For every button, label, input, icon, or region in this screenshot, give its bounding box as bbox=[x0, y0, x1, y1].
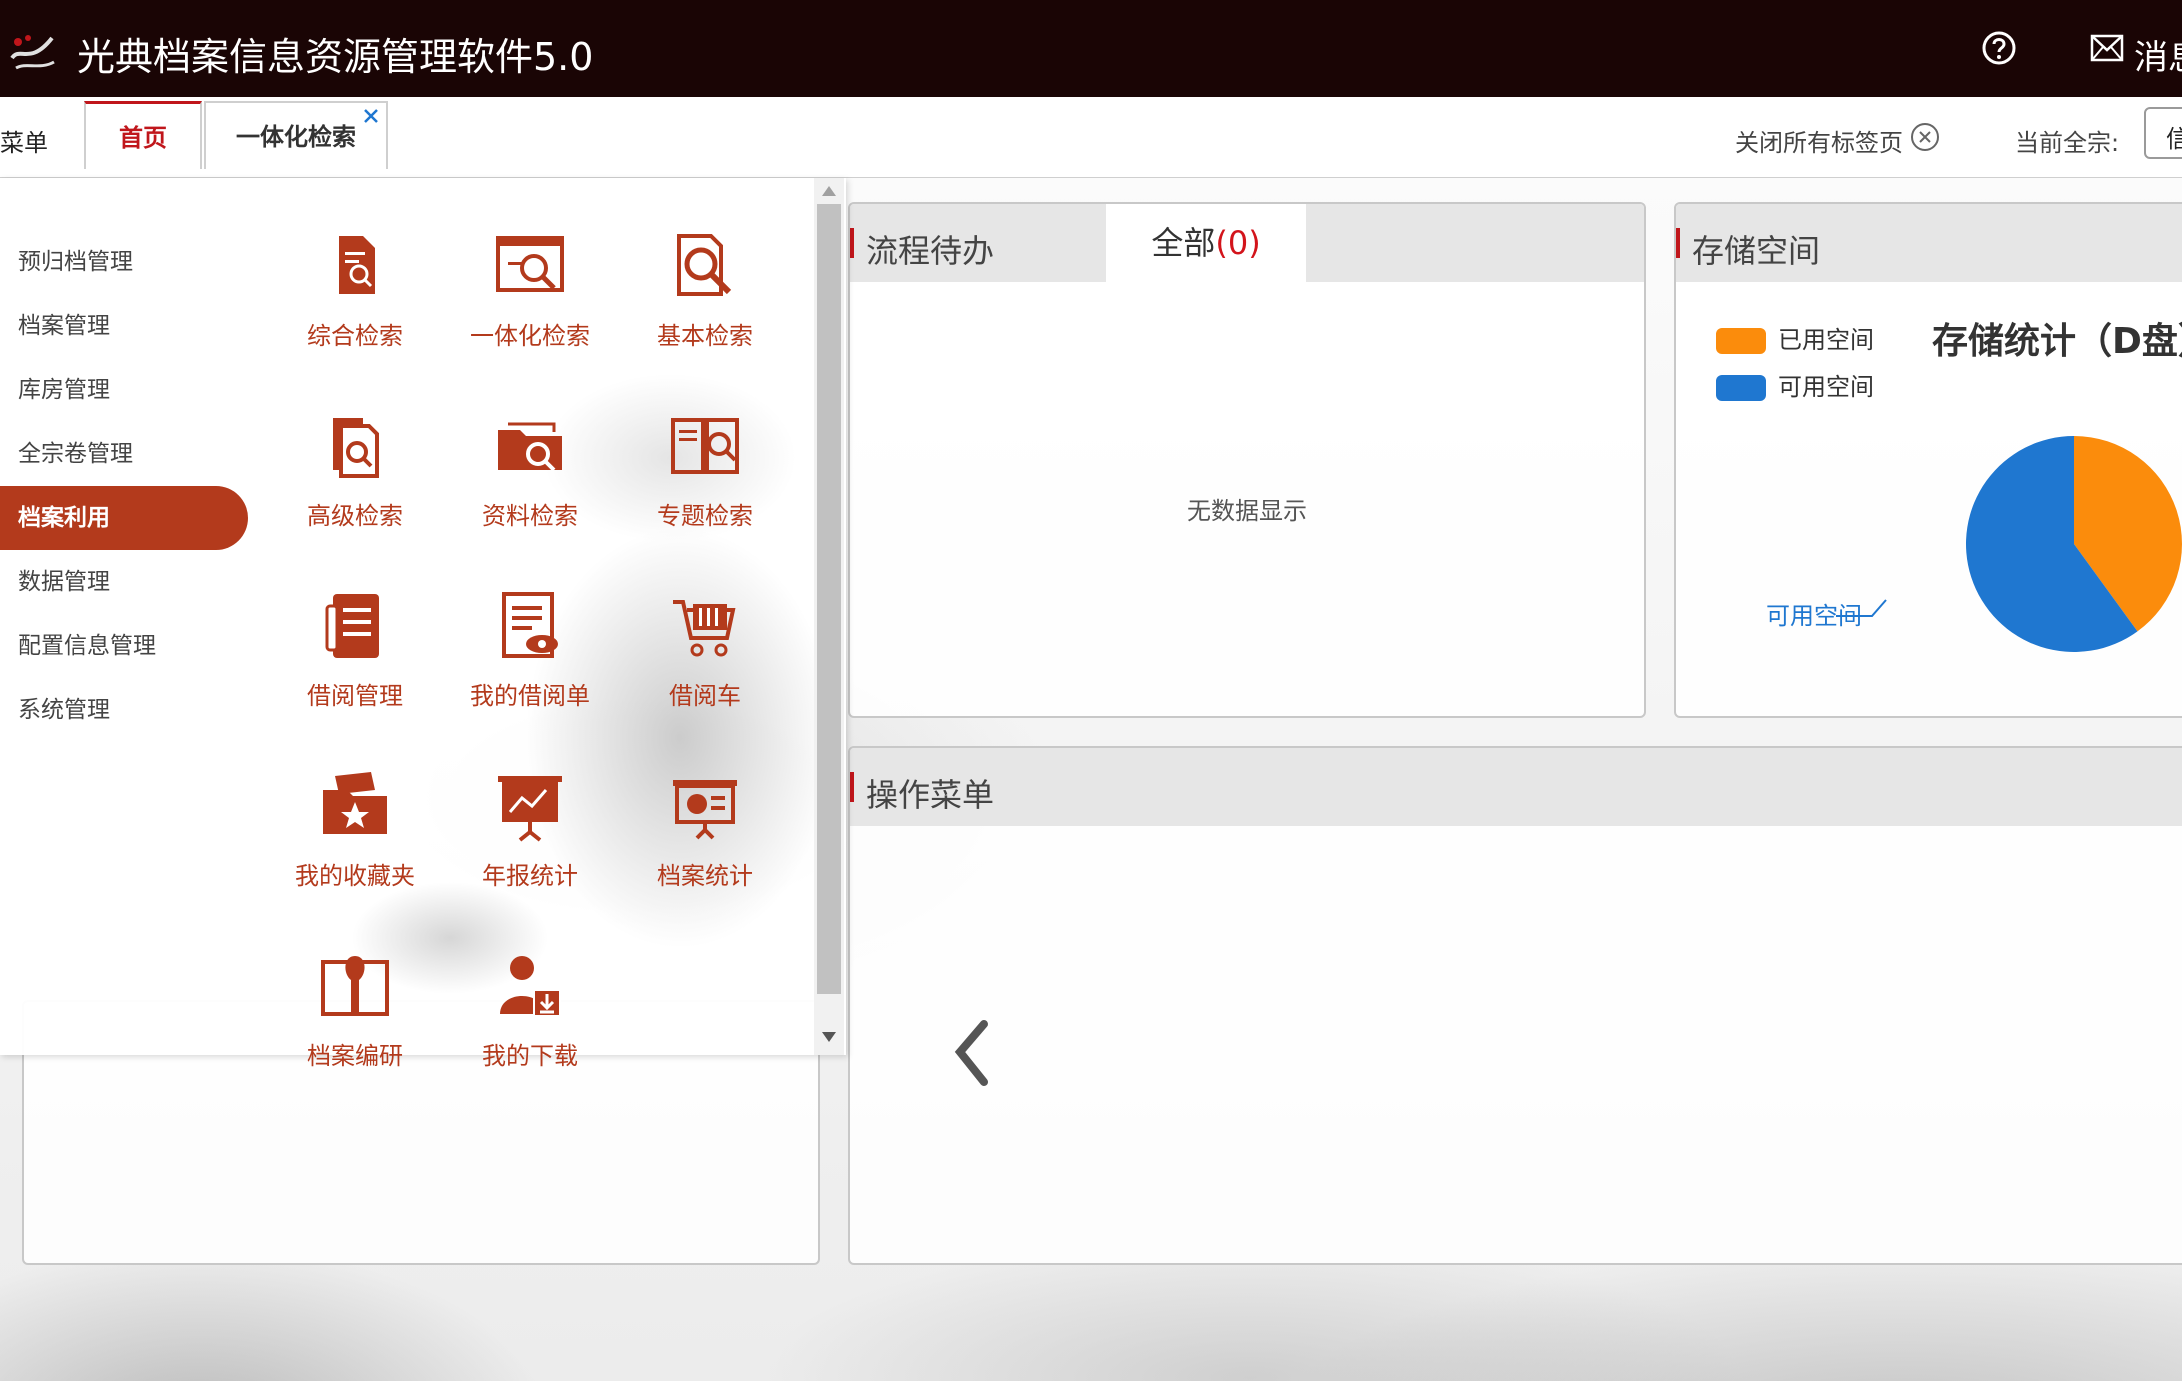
operations-title: 操作菜单 bbox=[866, 776, 995, 814]
folder-star-icon bbox=[323, 772, 387, 834]
notebook-icon bbox=[325, 594, 379, 658]
mail-icon[interactable] bbox=[2090, 34, 2124, 62]
menu-category-data[interactable]: 数据管理 bbox=[0, 550, 248, 614]
menu-function-my-favorites[interactable]: 我的收藏夹 bbox=[275, 770, 435, 920]
app-logo-icon bbox=[10, 35, 55, 70]
menu-function-borrow-management[interactable]: 借阅管理 bbox=[275, 590, 435, 740]
tab-workflow-all[interactable]: 全部(0) bbox=[1106, 204, 1306, 282]
close-circle-icon[interactable] bbox=[1910, 122, 1940, 152]
menu-category-fonds[interactable]: 全宗卷管理 bbox=[0, 422, 248, 486]
function-label: 一体化检索 bbox=[470, 322, 590, 350]
legend-label: 可用空间 bbox=[1778, 373, 1874, 401]
menu-function-annual-statistics[interactable]: 年报统计 bbox=[450, 770, 610, 920]
menu-function-archive-statistics[interactable]: 档案统计 bbox=[625, 770, 785, 920]
operations-panel: 操作菜单 bbox=[848, 746, 2182, 1265]
workflow-count: (0) bbox=[1215, 224, 1261, 262]
menu-category-utilization[interactable]: 档案利用 bbox=[0, 486, 248, 550]
tab-bar: 菜单 首页 一体化检索 关闭所有标签页 当前全宗: 信 bbox=[0, 97, 2182, 178]
pie-slices bbox=[1966, 436, 2182, 652]
pie-callout-label: 可用空间 bbox=[1766, 603, 1862, 630]
current-fonds-label: 当前全宗: bbox=[2015, 129, 2120, 157]
legend-used[interactable]: 已用空间 bbox=[1716, 320, 1874, 355]
function-label: 高级检索 bbox=[307, 502, 403, 530]
presentation-chart-icon bbox=[498, 776, 562, 842]
menu-category-list: 预归档管理 档案管理 库房管理 全宗卷管理 档案利用 数据管理 配置信息管理 系… bbox=[0, 230, 248, 742]
function-label: 综合检索 bbox=[307, 322, 403, 350]
operations-header: 操作菜单 bbox=[850, 748, 2182, 826]
close-all-tabs-link[interactable]: 关闭所有标签页 bbox=[1735, 123, 1903, 158]
title-accent bbox=[850, 772, 854, 802]
chevron-left-icon[interactable] bbox=[950, 1018, 994, 1088]
menu-function-integrated-search[interactable]: 一体化检索 bbox=[450, 230, 610, 380]
tab-integrated-search[interactable]: 一体化检索 bbox=[204, 101, 388, 169]
function-label: 基本检索 bbox=[657, 322, 753, 350]
menu-function-material-search[interactable]: 资料检索 bbox=[450, 410, 610, 560]
user-download-icon bbox=[500, 956, 561, 1017]
fonds-select[interactable]: 信 bbox=[2144, 107, 2182, 159]
legend-swatch-used bbox=[1716, 328, 1766, 354]
function-label: 专题检索 bbox=[657, 502, 753, 530]
function-label: 我的下载 bbox=[482, 1042, 578, 1070]
menu-function-comprehensive-search[interactable]: 综合检索 bbox=[275, 230, 435, 380]
title-accent bbox=[850, 228, 854, 258]
menu-category-warehouse[interactable]: 库房管理 bbox=[0, 358, 248, 422]
legend-free[interactable]: 可用空间 bbox=[1716, 367, 1874, 402]
messages-link[interactable]: 消息 bbox=[2134, 30, 2182, 79]
close-icon[interactable] bbox=[362, 107, 380, 125]
function-label: 我的借阅单 bbox=[470, 682, 590, 710]
function-label: 档案编研 bbox=[307, 1042, 403, 1070]
book-bulb-icon bbox=[321, 956, 389, 1016]
menu-function-topic-search[interactable]: 专题检索 bbox=[625, 410, 785, 560]
menu-function-borrow-cart[interactable]: 借阅车 bbox=[625, 590, 785, 740]
scroll-up-icon[interactable] bbox=[820, 184, 838, 198]
menu-function-advanced-search[interactable]: 高级检索 bbox=[275, 410, 435, 560]
menu-function-archive-compilation[interactable]: 档案编研 bbox=[275, 950, 435, 1100]
menu-scrollbar[interactable] bbox=[814, 178, 844, 1055]
function-label: 档案统计 bbox=[657, 862, 753, 890]
workflow-panel: 流程待办 全部(0) 无数据显示 bbox=[848, 202, 1646, 718]
function-label: 资料检索 bbox=[482, 502, 578, 530]
menu-function-my-borrow-list[interactable]: 我的借阅单 bbox=[450, 590, 610, 740]
storage-panel: 存储空间 可用空间 存储统计（D盘） 已用空间 可用空间 bbox=[1674, 202, 2182, 718]
legend-label: 已用空间 bbox=[1778, 326, 1874, 354]
tab-label: 一体化检索 bbox=[236, 123, 356, 151]
menu-function-basic-search[interactable]: 基本检索 bbox=[625, 230, 785, 380]
chart-title: 存储统计（D盘） bbox=[1932, 321, 2182, 362]
function-label: 年报统计 bbox=[482, 862, 578, 890]
menu-function-my-downloads[interactable]: 我的下载 bbox=[450, 950, 610, 1100]
empty-state-text: 无数据显示 bbox=[1187, 497, 1307, 525]
workflow-header: 流程待办 全部(0) bbox=[850, 204, 1644, 282]
search-icon bbox=[677, 234, 732, 296]
menu-category-pre-archive[interactable]: 预归档管理 bbox=[0, 230, 248, 294]
help-icon[interactable] bbox=[1981, 30, 2017, 66]
folder-search-icon bbox=[498, 422, 562, 472]
scrollbar-thumb[interactable] bbox=[817, 204, 841, 994]
cart-icon bbox=[673, 600, 736, 657]
menu-category-config[interactable]: 配置信息管理 bbox=[0, 614, 248, 678]
advanced-search-icon bbox=[333, 418, 379, 478]
legend-swatch-free bbox=[1716, 375, 1766, 401]
menu-category-system[interactable]: 系统管理 bbox=[0, 678, 248, 742]
list-eye-icon bbox=[502, 592, 558, 658]
book-search-icon bbox=[671, 418, 739, 474]
tab-home[interactable]: 首页 bbox=[84, 101, 202, 169]
storage-pie-chart: 可用空间 bbox=[1766, 436, 2182, 652]
function-label: 我的收藏夹 bbox=[295, 862, 415, 890]
menu-toggle[interactable]: 菜单 bbox=[0, 123, 48, 158]
main-menu-dropdown: 预归档管理 档案管理 库房管理 全宗卷管理 档案利用 数据管理 配置信息管理 系… bbox=[0, 178, 846, 1070]
top-bar: 光典档案信息资源管理软件5.0 消息 bbox=[0, 0, 2182, 97]
tab-label: 全部 bbox=[1151, 224, 1216, 262]
board-chart-icon bbox=[673, 780, 737, 840]
function-label: 借阅管理 bbox=[307, 682, 403, 710]
function-label: 借阅车 bbox=[669, 682, 741, 710]
window-search-icon bbox=[496, 236, 564, 292]
workflow-title: 流程待办 bbox=[866, 232, 995, 270]
menu-category-archive[interactable]: 档案管理 bbox=[0, 294, 248, 358]
app-title: 光典档案信息资源管理软件5.0 bbox=[77, 35, 594, 79]
scroll-down-icon[interactable] bbox=[820, 1030, 838, 1044]
doc-search-icon bbox=[339, 236, 375, 294]
